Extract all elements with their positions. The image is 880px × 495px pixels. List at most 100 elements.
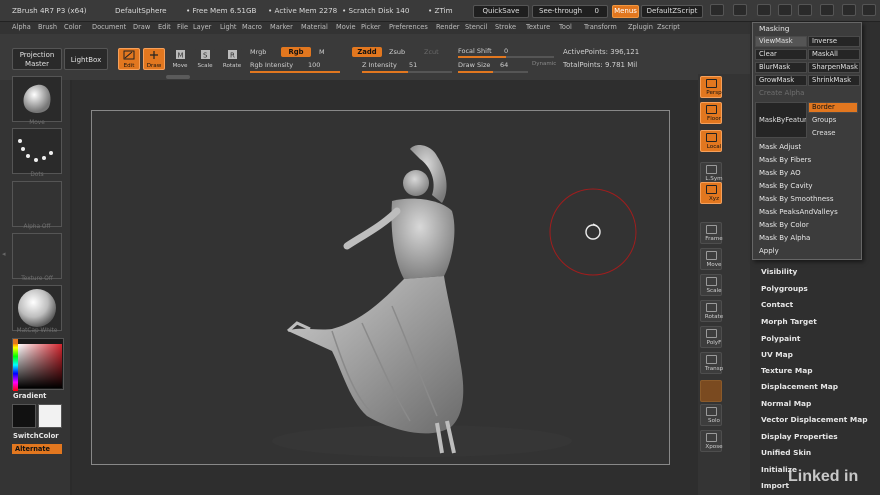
projection-master-button[interactable]: Projection Master bbox=[12, 48, 62, 70]
arrow-left-icon[interactable] bbox=[757, 4, 771, 16]
mask-apply-button[interactable]: Apply bbox=[759, 247, 779, 255]
material-thumbnail[interactable] bbox=[12, 285, 62, 331]
toolbar-scroll-handle[interactable] bbox=[166, 75, 190, 79]
color-picker-icon[interactable] bbox=[798, 4, 812, 16]
solo-button[interactable]: Solo bbox=[700, 404, 722, 426]
menu-edit[interactable]: Edit bbox=[158, 23, 171, 31]
rgb-toggle[interactable]: Rgb bbox=[281, 47, 311, 57]
dynamic-toggle[interactable]: Dynamic bbox=[532, 61, 556, 67]
maskbyfeature-button[interactable]: MaskByFeature bbox=[755, 102, 807, 138]
subpalette-displacement-map[interactable]: Displacement Map bbox=[761, 382, 838, 391]
mask-adjust[interactable]: Mask Adjust bbox=[759, 143, 801, 151]
subpalette-morph-target[interactable]: Morph Target bbox=[761, 317, 817, 326]
xpose-button[interactable]: Xpose bbox=[700, 430, 723, 452]
menu-material[interactable]: Material bbox=[301, 23, 328, 31]
subpalette-polypaint[interactable]: Polypaint bbox=[761, 334, 800, 343]
maskall-button[interactable]: MaskAll bbox=[808, 49, 860, 60]
alpha-thumbnail[interactable] bbox=[12, 181, 62, 227]
mask-by-fibers[interactable]: Mask By Fibers bbox=[759, 156, 811, 164]
color-square[interactable] bbox=[18, 344, 62, 388]
transp-ghost-button[interactable] bbox=[700, 380, 722, 402]
menu-stencil[interactable]: Stencil bbox=[465, 23, 487, 31]
border-toggle[interactable]: Border bbox=[808, 102, 858, 113]
subpalette-contact[interactable]: Contact bbox=[761, 300, 793, 309]
document-frame[interactable] bbox=[91, 110, 670, 465]
zcut-toggle[interactable]: Zcut bbox=[424, 48, 439, 56]
subpalette-import[interactable]: Import bbox=[761, 481, 789, 490]
lsym-button[interactable]: L.Sym bbox=[700, 162, 723, 184]
hue-strip[interactable] bbox=[13, 339, 18, 391]
rgb-intensity-slider[interactable]: Rgb Intensity 100 bbox=[250, 60, 340, 74]
z-intensity-slider[interactable]: Z Intensity 51 bbox=[362, 60, 452, 74]
subpalette-normal-map[interactable]: Normal Map bbox=[761, 399, 811, 408]
lightbox-button[interactable]: LightBox bbox=[64, 48, 108, 70]
menu-layer[interactable]: Layer bbox=[193, 23, 211, 31]
subpalette-texture-map[interactable]: Texture Map bbox=[761, 366, 813, 375]
close-icon[interactable] bbox=[862, 4, 876, 16]
transp-button[interactable]: Transp bbox=[700, 352, 723, 374]
polyf-button[interactable]: PolyF bbox=[700, 326, 722, 348]
menus-button[interactable]: Menus bbox=[612, 5, 639, 18]
menu-tool[interactable]: Tool bbox=[559, 23, 572, 31]
menu-zplugin[interactable]: Zplugin bbox=[628, 23, 653, 31]
menu-stroke[interactable]: Stroke bbox=[495, 23, 516, 31]
menu-macro[interactable]: Macro bbox=[242, 23, 262, 31]
left-shelf-collapse-icon[interactable]: ◂ bbox=[2, 250, 7, 264]
default-zscript-button[interactable]: DefaultZScript bbox=[641, 5, 703, 18]
layout-icon[interactable] bbox=[733, 4, 747, 16]
main-color-swatch[interactable] bbox=[12, 404, 36, 428]
focal-shift-slider[interactable]: Focal Shift 0 bbox=[458, 46, 554, 58]
groups-toggle[interactable]: Groups bbox=[808, 115, 858, 126]
menu-draw[interactable]: Draw bbox=[133, 23, 150, 31]
menu-marker[interactable]: Marker bbox=[270, 23, 293, 31]
menu-preferences[interactable]: Preferences bbox=[389, 23, 428, 31]
subpalette-visibility[interactable]: Visibility bbox=[761, 267, 797, 276]
mask-by-color[interactable]: Mask By Color bbox=[759, 221, 809, 229]
arrow-right-icon[interactable] bbox=[778, 4, 792, 16]
local-button[interactable]: Local bbox=[700, 130, 722, 152]
menu-brush[interactable]: Brush bbox=[38, 23, 57, 31]
menu-zscript[interactable]: Zscript bbox=[657, 23, 680, 31]
switchcolor-button[interactable]: SwitchColor bbox=[13, 432, 59, 440]
clear-button[interactable]: Clear bbox=[755, 49, 807, 60]
see-through-slider[interactable]: See-through 0 bbox=[532, 5, 608, 18]
menu-alpha[interactable]: Alpha bbox=[12, 23, 31, 31]
menu-texture[interactable]: Texture bbox=[526, 23, 550, 31]
mask-peaks-valleys[interactable]: Mask PeaksAndValleys bbox=[759, 208, 838, 216]
menu-document[interactable]: Document bbox=[92, 23, 126, 31]
subpalette-polygroups[interactable]: Polygroups bbox=[761, 284, 808, 293]
alternate-toggle[interactable]: Alternate bbox=[12, 444, 62, 454]
menu-render[interactable]: Render bbox=[436, 23, 459, 31]
frame-button[interactable]: Frame bbox=[700, 222, 723, 244]
gradient-toggle[interactable]: Gradient bbox=[13, 392, 46, 400]
edit-button[interactable]: Edit bbox=[118, 48, 140, 70]
scale-button[interactable]: S Scale bbox=[194, 48, 216, 70]
sharpenmask-button[interactable]: SharpenMask bbox=[808, 62, 860, 73]
texture-thumbnail[interactable] bbox=[12, 233, 62, 279]
persp-button[interactable]: Persp bbox=[700, 76, 722, 98]
zadd-toggle[interactable]: Zadd bbox=[352, 47, 382, 57]
subpalette-vector-displacement-map[interactable]: Vector Displacement Map bbox=[761, 415, 868, 424]
crease-toggle[interactable]: Crease bbox=[808, 128, 858, 139]
help-icon[interactable] bbox=[710, 4, 724, 16]
subpalette-uv-map[interactable]: UV Map bbox=[761, 350, 793, 359]
brush-thumbnail[interactable] bbox=[12, 76, 62, 122]
viewmask-button[interactable]: ViewMask bbox=[755, 36, 807, 47]
quicksave-button[interactable]: QuickSave bbox=[473, 5, 529, 18]
menu-transform[interactable]: Transform bbox=[584, 23, 617, 31]
mrgb-toggle[interactable]: Mrgb bbox=[250, 48, 266, 56]
move-button[interactable]: Move bbox=[700, 248, 722, 270]
minimize-icon[interactable] bbox=[820, 4, 834, 16]
rotate-button[interactable]: R Rotate bbox=[221, 48, 243, 70]
mask-by-smoothness[interactable]: Mask By Smoothness bbox=[759, 195, 833, 203]
menu-file[interactable]: File bbox=[177, 23, 188, 31]
rotate-button[interactable]: Rotate bbox=[700, 300, 723, 322]
menu-color[interactable]: Color bbox=[64, 23, 81, 31]
inverse-button[interactable]: Inverse bbox=[808, 36, 860, 47]
xyz-button[interactable]: Xyz bbox=[700, 182, 722, 204]
menu-picker[interactable]: Picker bbox=[361, 23, 381, 31]
create-alpha-button[interactable]: Create Alpha bbox=[759, 89, 804, 97]
menu-movie[interactable]: Movie bbox=[336, 23, 356, 31]
blurmask-button[interactable]: BlurMask bbox=[755, 62, 807, 73]
subpalette-display-properties[interactable]: Display Properties bbox=[761, 432, 838, 441]
